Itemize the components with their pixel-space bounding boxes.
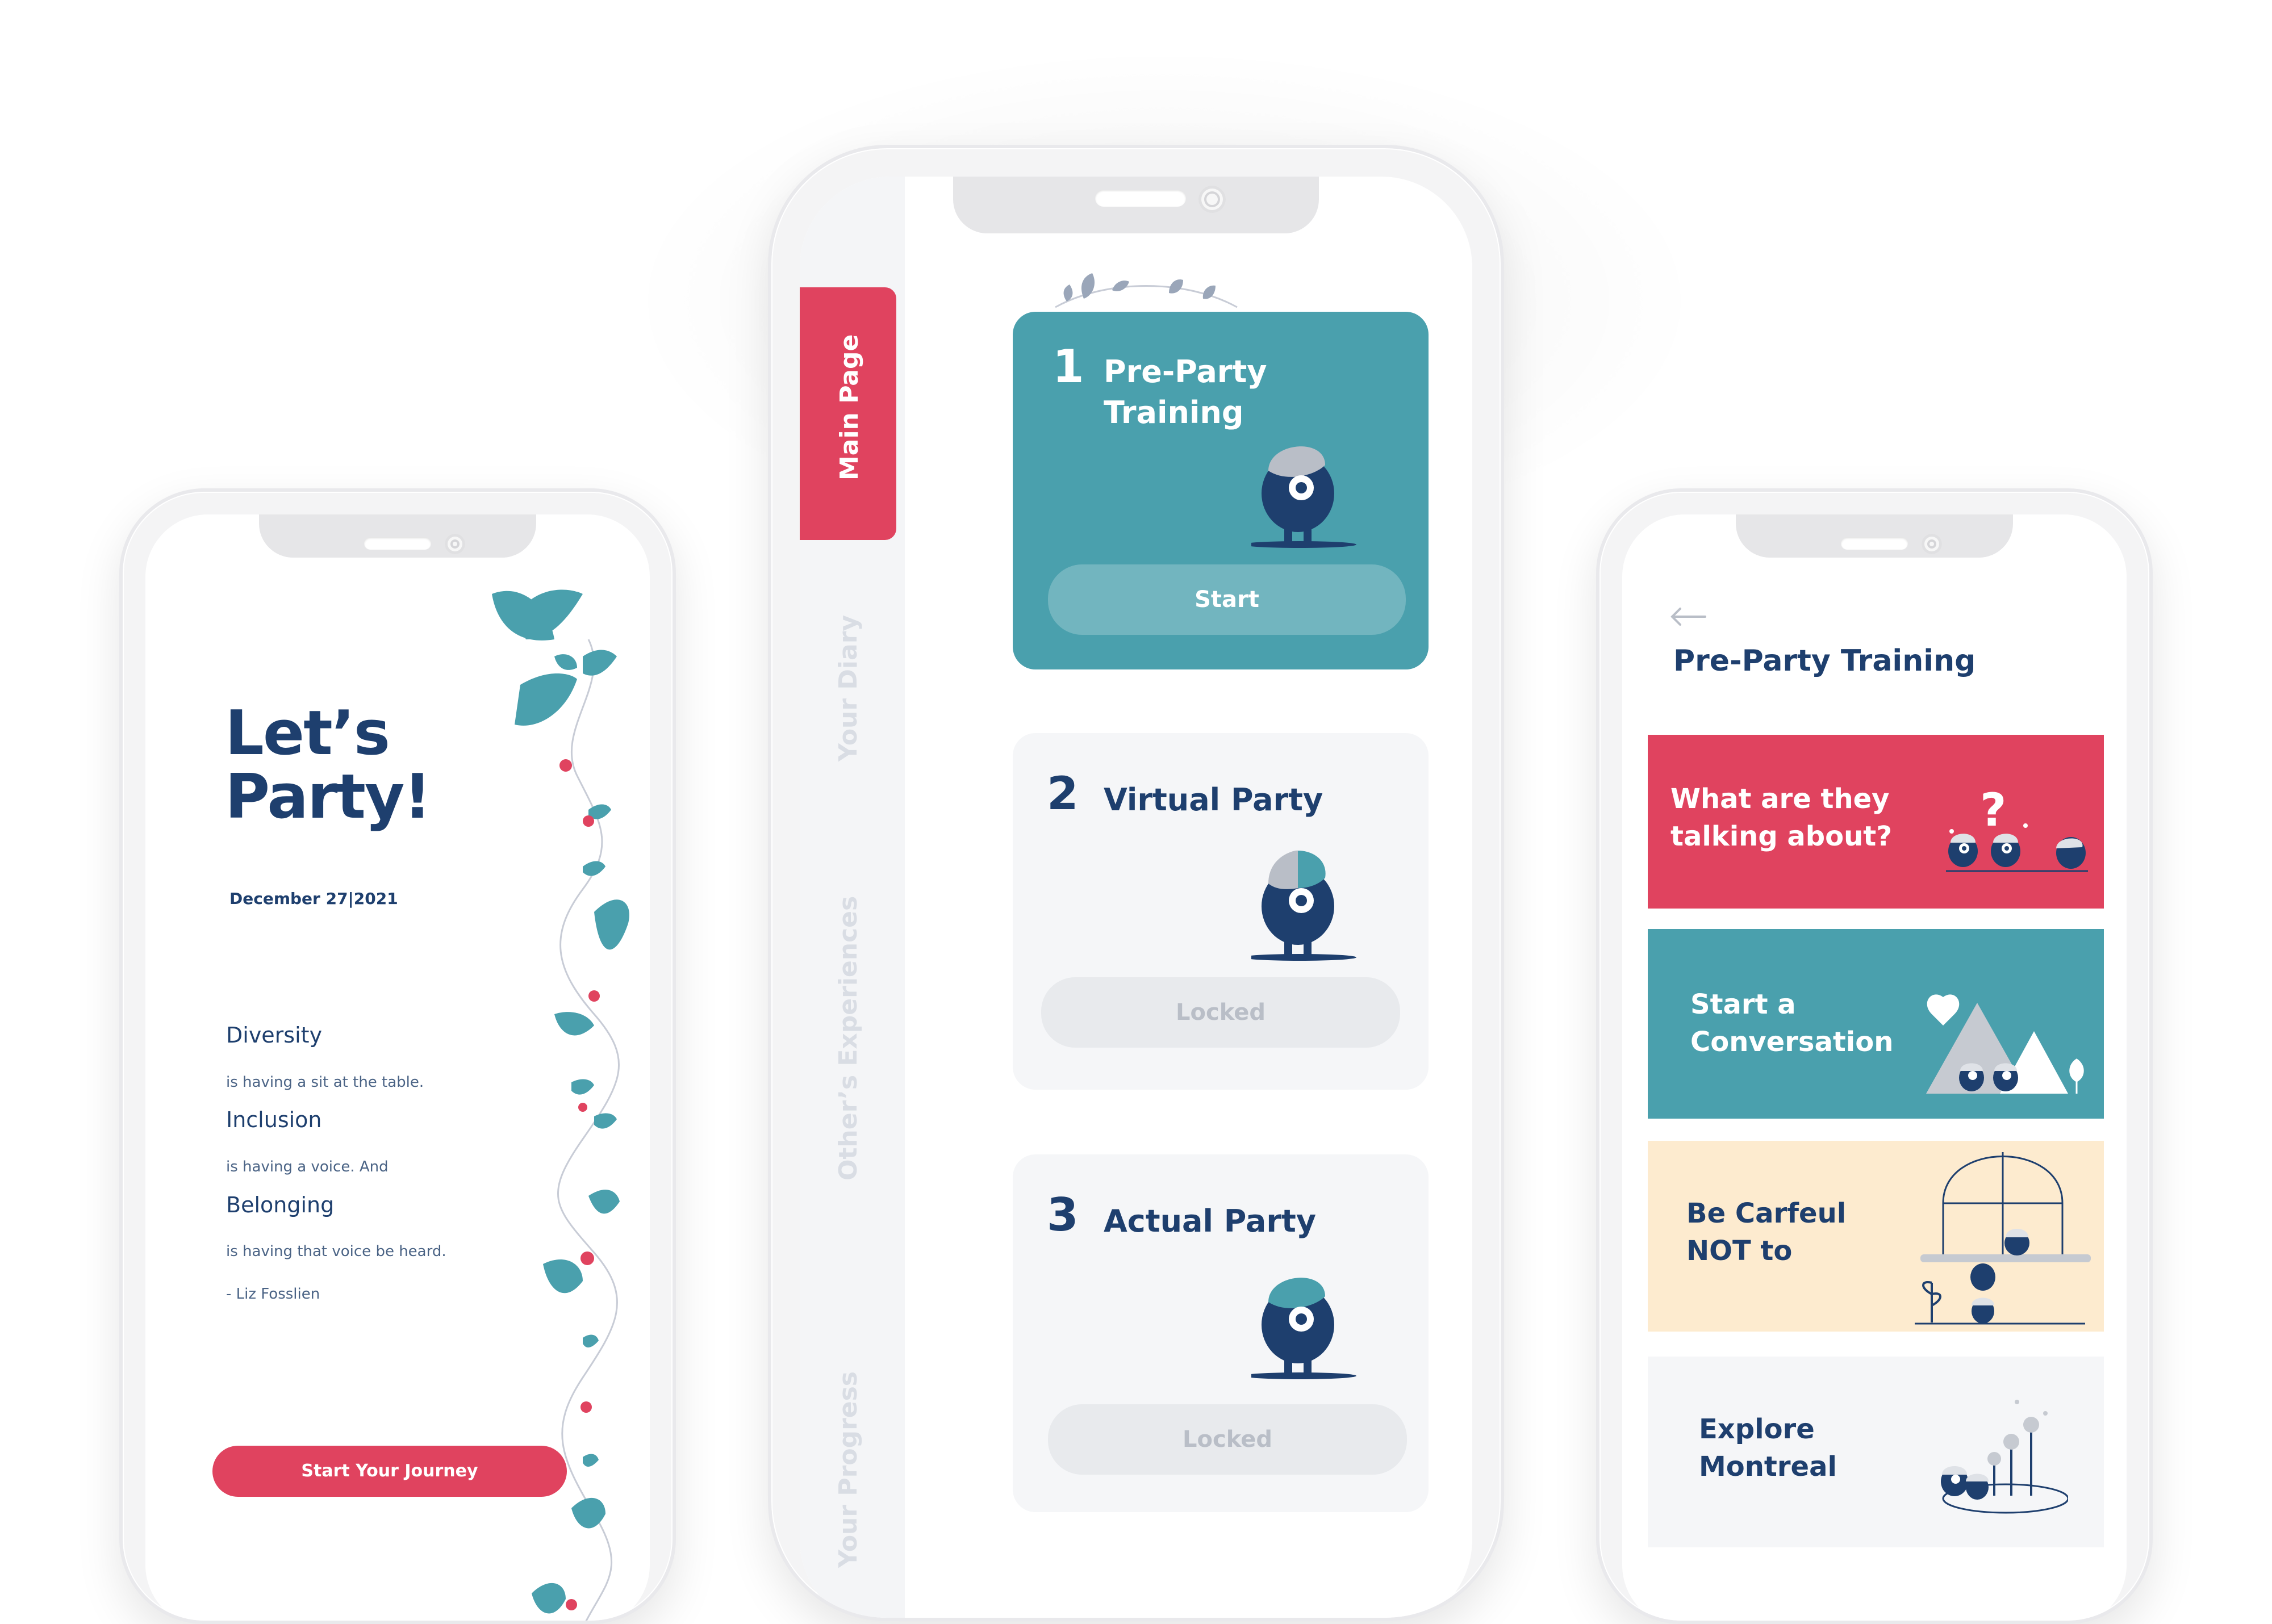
phone-notch [259, 514, 536, 558]
tile-text-line2: NOT to [1686, 1235, 1793, 1267]
card-actual-party[interactable]: 3 Actual Party Locked [1013, 1154, 1429, 1512]
tile-text-line1: Be Carfeul [1686, 1198, 1847, 1229]
tile-explore-montreal[interactable]: Explore Montreal [1648, 1357, 2104, 1547]
card-number: 2 [1047, 767, 1079, 820]
monster-mascot-icon [1251, 850, 1356, 961]
left-phone-screen: Let’s Party! December 27|2021 Diversity … [145, 514, 650, 1621]
right-phone: Pre-Party Training What are they talking… [1596, 488, 2153, 1624]
middle-phone: Main Page Your Diary Other’s Experiences… [768, 145, 1504, 1621]
side-tab-your-diary[interactable]: Your Diary [834, 615, 863, 761]
tile-text-line1: Explore [1699, 1413, 1815, 1445]
phone-speaker [364, 537, 431, 550]
middle-phone-screen: Main Page Your Diary Other’s Experiences… [800, 177, 1472, 1618]
monster-mascot-icon [1251, 446, 1356, 548]
flowers-scene-icon [1941, 1400, 2068, 1514]
side-tab-main-page-label: Main Page [835, 334, 864, 480]
quote-author: - Liz Fosslien [226, 1286, 320, 1303]
window-scene-icon [1915, 1152, 2091, 1325]
right-phone-screen: Pre-Party Training What are they talking… [1622, 514, 2127, 1621]
svg-text:?: ? [1980, 786, 2006, 836]
page-title: Pre-Party Training [1673, 644, 1976, 678]
card-title-line1: Virtual Party [1104, 782, 1323, 818]
tile-text-line1: What are they [1670, 783, 1890, 815]
quote-line-1: is having a sit at the table. [226, 1074, 424, 1091]
side-tab-others-experiences[interactable]: Other’s Experiences [834, 896, 863, 1181]
side-tab-your-progress[interactable]: Your Progress [834, 1371, 863, 1568]
quote-word-inclusion: Inclusion [226, 1107, 322, 1132]
left-phone: Let’s Party! December 27|2021 Diversity … [119, 488, 676, 1624]
locked-button[interactable]: Locked [1048, 1404, 1407, 1475]
phone-camera [1922, 534, 1942, 554]
phone-camera [1198, 186, 1226, 213]
question-mark-icon: ? [1946, 786, 2088, 872]
quote-word-diversity: Diversity [226, 1023, 323, 1048]
quote-line-2: is having a voice. And [226, 1158, 389, 1175]
tile-start-a-conversation[interactable]: Start a Conversation [1648, 929, 2104, 1119]
card-title-line1: Actual Party [1104, 1203, 1317, 1239]
mountains-heart-icon [1926, 994, 2084, 1094]
card-title-line1: Pre-Party [1104, 354, 1267, 390]
card-virtual-party[interactable]: 2 Virtual Party Locked [1013, 733, 1429, 1090]
card-number: 1 [1053, 340, 1084, 393]
locked-button[interactable]: Locked [1041, 977, 1400, 1048]
tile-text-line2: Conversation [1690, 1026, 1894, 1058]
tile-what-are-they-talking-about[interactable]: What are they talking about? ? [1648, 735, 2104, 909]
card-number: 3 [1047, 1188, 1079, 1241]
page-title-line1: Let’s [225, 698, 390, 769]
tile-text-line2: Montreal [1699, 1451, 1837, 1483]
phone-camera [445, 534, 465, 554]
event-date: December 27|2021 [229, 889, 398, 908]
phone-notch [1736, 514, 2013, 558]
arrow-left-icon[interactable] [1668, 605, 1709, 628]
phone-speaker [1095, 190, 1186, 207]
tile-text-line2: talking about? [1670, 821, 1893, 852]
tile-text-line1: Start a [1690, 989, 1796, 1020]
page-title-line2: Party! [225, 761, 432, 832]
leaf-garland-icon [1055, 273, 1238, 308]
phone-speaker [1841, 537, 1908, 550]
card-title-line2: Training [1104, 395, 1244, 430]
training-tiles: What are they talking about? ? Start a C… [1648, 735, 2104, 1621]
start-button[interactable]: Start [1048, 564, 1406, 635]
card-pre-party-training[interactable]: 1 Pre-Party Training Start [1013, 312, 1429, 669]
quote-line-3: is having that voice be heard. [226, 1243, 446, 1260]
start-journey-button[interactable]: Start Your Journey [212, 1446, 567, 1497]
tile-be-careful-not-to[interactable]: Be Carfeul NOT to [1648, 1141, 2104, 1332]
quote-word-belonging: Belonging [226, 1192, 335, 1217]
side-tab-main-page[interactable]: Main Page [800, 287, 896, 540]
monster-mascot-icon [1251, 1278, 1356, 1379]
